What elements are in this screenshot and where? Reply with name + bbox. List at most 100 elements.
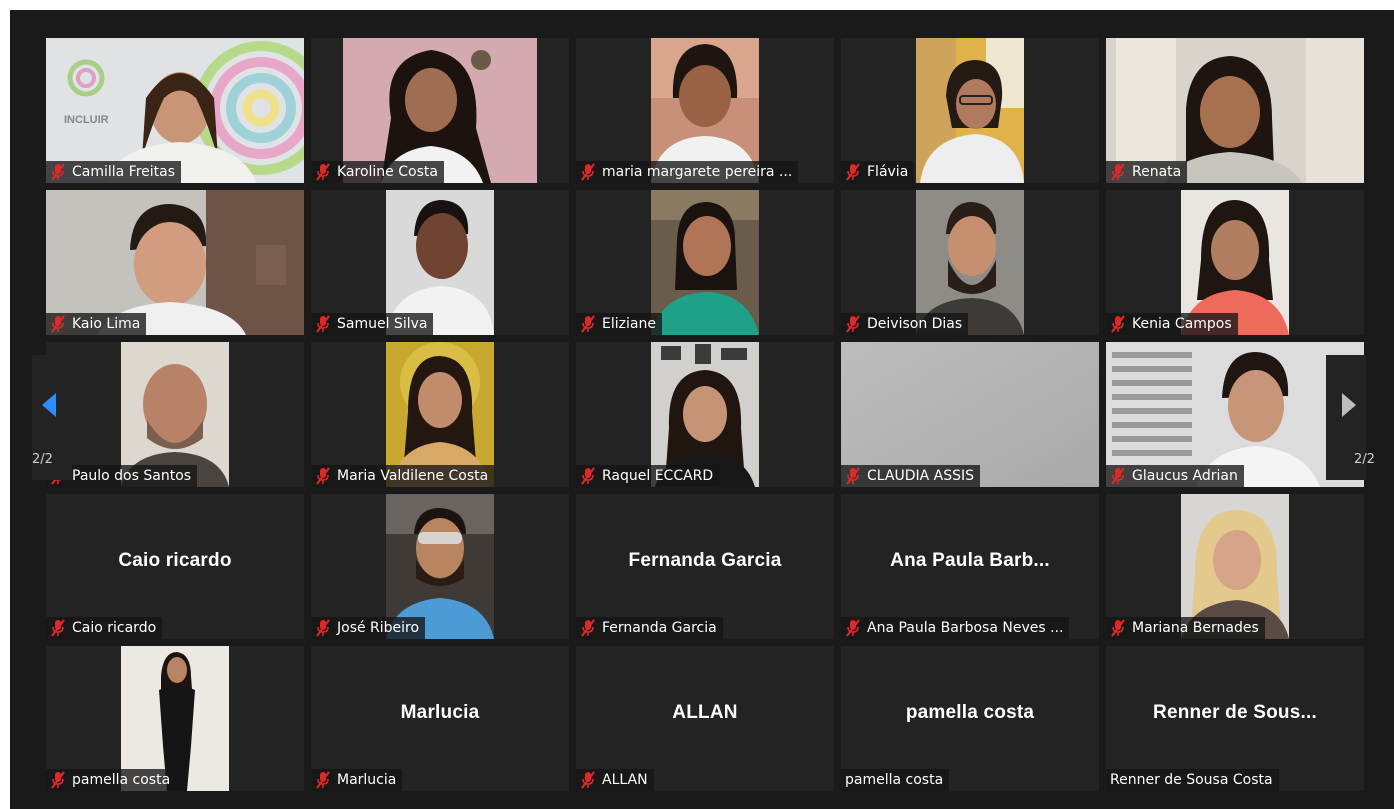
participant-name: Kaio Lima [72,316,141,332]
muted-mic-icon [315,771,331,789]
page-indicator-right: 2/2 [1354,452,1375,467]
participant-tile[interactable]: Caio ricardo Caio ricardo [46,494,304,639]
participant-video [916,38,1024,183]
muted-mic-icon [315,163,331,181]
participant-name-label: Raquel ECCARD [576,465,720,487]
participant-tile[interactable]: INCLUIR Camilla Freitas [46,38,304,183]
participant-name: José Ribeiro [337,620,420,636]
arrow-right-icon [1326,385,1366,425]
participant-name-label: Karoline Costa [311,161,444,183]
participant-tile[interactable]: Paulo dos Santos [46,342,304,487]
participant-display-name: Ana Paula Barb... [890,550,1050,571]
page-indicator-left: 2/2 [32,452,53,467]
participant-display-name: Marlucia [400,702,480,723]
gallery-grid: INCLUIR Camilla Freitas Karoline Costa m… [46,38,1366,794]
participant-name: Mariana Bernades [1132,620,1259,636]
muted-mic-icon [50,771,66,789]
participant-tile[interactable]: maria margarete pereira ... [576,38,834,183]
participant-name: Caio ricardo [72,620,157,636]
muted-mic-icon [845,163,861,181]
participant-name-label: Marlucia [311,769,403,791]
muted-mic-icon [845,619,861,637]
participant-display-name: pamella costa [905,702,1035,723]
participant-tile[interactable]: Karoline Costa [311,38,569,183]
participant-name-label: Deivison Dias [841,313,969,335]
muted-mic-icon [845,467,861,485]
participant-name-label: pamella costa [841,769,950,791]
participant-name: CLAUDIA ASSIS [867,468,975,484]
participant-name: Deivison Dias [867,316,963,332]
participant-display-name: Renner de Sous... [1153,702,1317,723]
participant-name: Samuel Silva [337,316,428,332]
participant-display-name: ALLAN [672,702,738,723]
participant-tile[interactable]: Ana Paula Barb... Ana Paula Barbosa Neve… [841,494,1099,639]
participant-name-label: Fernanda Garcia [576,617,723,639]
participant-tile[interactable]: Raquel ECCARD [576,342,834,487]
muted-mic-icon [1110,163,1126,181]
participant-tile[interactable]: pamella costa pamella costa [841,646,1099,791]
participant-tile[interactable]: Kenia Campos [1106,190,1364,335]
participant-tile[interactable]: Samuel Silva [311,190,569,335]
participant-name-label: pamella costa [46,769,177,791]
participant-name: ALLAN [602,772,648,788]
participant-name: Marlucia [337,772,397,788]
participant-name: Maria Valdilene Costa [337,468,489,484]
muted-mic-icon [580,771,596,789]
muted-mic-icon [1110,467,1126,485]
participant-name: Eliziane [602,316,656,332]
participant-tile[interactable]: Mariana Bernades [1106,494,1364,639]
participant-name-label: Samuel Silva [311,313,434,335]
participant-name: Renata [1132,164,1182,180]
participant-tile[interactable]: pamella costa [46,646,304,791]
participant-name: Kenia Campos [1132,316,1232,332]
participant-name-label: Caio ricardo [46,617,163,639]
participant-name: pamella costa [72,772,171,788]
participant-name: Flávia [867,164,909,180]
participant-tile[interactable]: José Ribeiro [311,494,569,639]
participant-tile[interactable]: Fernanda Garcia Fernanda Garcia [576,494,834,639]
muted-mic-icon [580,163,596,181]
participant-name-label: Kenia Campos [1106,313,1238,335]
participant-tile[interactable]: Renner de Sous... Renner de Sousa Costa [1106,646,1364,791]
muted-mic-icon [1110,619,1126,637]
participant-display-name: Caio ricardo [118,550,232,571]
participant-name-label: maria margarete pereira ... [576,161,799,183]
muted-mic-icon [50,619,66,637]
muted-mic-icon [50,315,66,333]
participant-name: Paulo dos Santos [72,468,192,484]
participant-name-label: Maria Valdilene Costa [311,465,495,487]
participant-name: Glaucus Adrian [1132,468,1238,484]
participant-tile[interactable]: Eliziane [576,190,834,335]
muted-mic-icon [315,315,331,333]
participant-name: Camilla Freitas [72,164,176,180]
participant-name: Ana Paula Barbosa Neves ... [867,620,1064,636]
participant-name-label: Camilla Freitas [46,161,182,183]
participant-tile[interactable]: ALLAN ALLAN [576,646,834,791]
participant-tile[interactable]: Deivison Dias [841,190,1099,335]
participant-name-label: José Ribeiro [311,617,426,639]
participant-name-label: Mariana Bernades [1106,617,1265,639]
brand-logo-text: INCLUIR [64,114,109,126]
muted-mic-icon [580,467,596,485]
arrow-left-icon [32,385,72,425]
participant-name-label: Kaio Lima [46,313,147,335]
participant-name: Karoline Costa [337,164,438,180]
muted-mic-icon [315,467,331,485]
muted-mic-icon [580,619,596,637]
muted-mic-icon [845,315,861,333]
participant-name-label: Eliziane [576,313,662,335]
participant-name: Fernanda Garcia [602,620,717,636]
participant-name: maria margarete pereira ... [602,164,793,180]
participant-tile[interactable]: Renata [1106,38,1364,183]
participant-name-label: Flávia [841,161,915,183]
participant-tile[interactable]: Kaio Lima [46,190,304,335]
participant-name-label: Renata [1106,161,1188,183]
participant-tile[interactable]: Maria Valdilene Costa [311,342,569,487]
participant-name-label: CLAUDIA ASSIS [841,465,981,487]
participant-name-label: Ana Paula Barbosa Neves ... [841,617,1070,639]
participant-tile[interactable]: Flávia [841,38,1099,183]
participant-display-name: Fernanda Garcia [628,550,782,571]
participant-tile[interactable]: Marlucia Marlucia [311,646,569,791]
participant-tile[interactable]: CLAUDIA ASSIS [841,342,1099,487]
participant-name-label: Renner de Sousa Costa [1106,769,1279,791]
